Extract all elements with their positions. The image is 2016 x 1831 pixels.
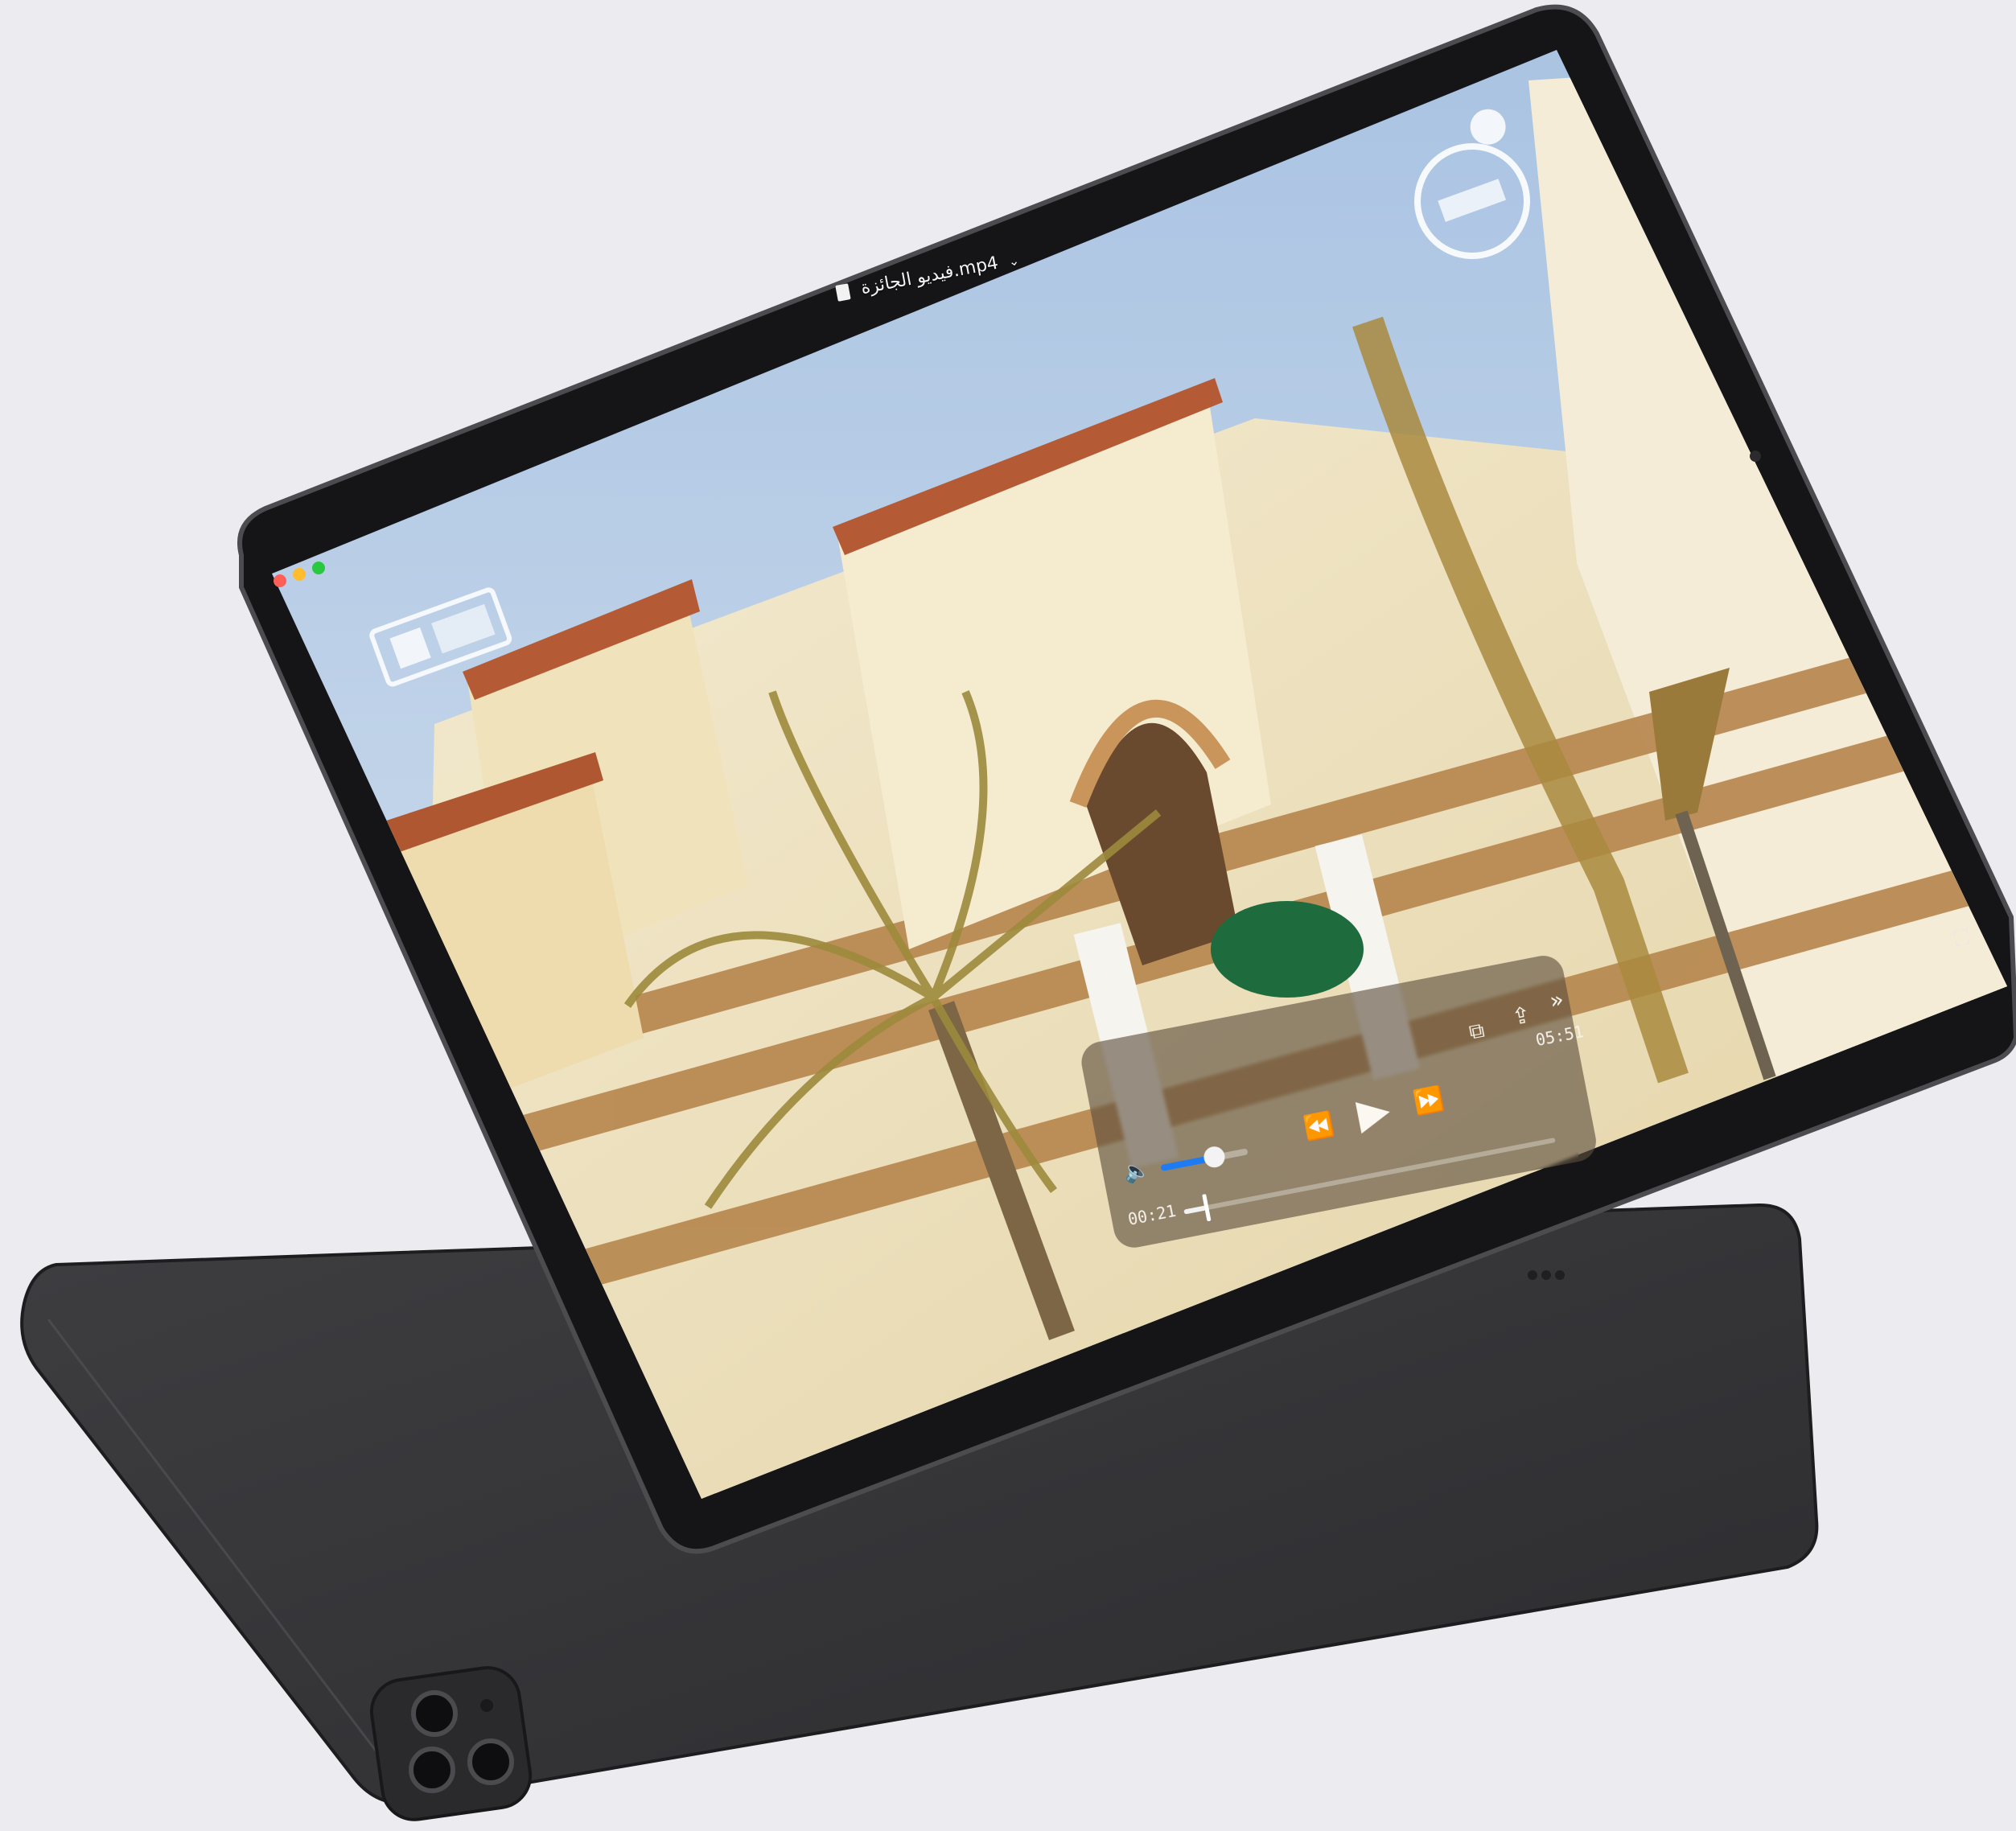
close-window-button[interactable] (274, 574, 286, 587)
share-icon[interactable]: ⇪ (1504, 997, 1538, 1034)
collapse-icon[interactable]: » (1542, 984, 1571, 1015)
front-tablet (237, 4, 2016, 1554)
fullscreen-icon[interactable]: ⛶ (1952, 923, 1986, 957)
document-icon (835, 283, 851, 302)
play-icon[interactable]: ▶ (1345, 1081, 1402, 1142)
front-camera (1750, 451, 1761, 462)
zoom-window-button[interactable] (312, 562, 325, 574)
minimize-window-button[interactable] (293, 568, 306, 581)
chevron-down-icon[interactable]: ⌄ (1007, 253, 1021, 270)
